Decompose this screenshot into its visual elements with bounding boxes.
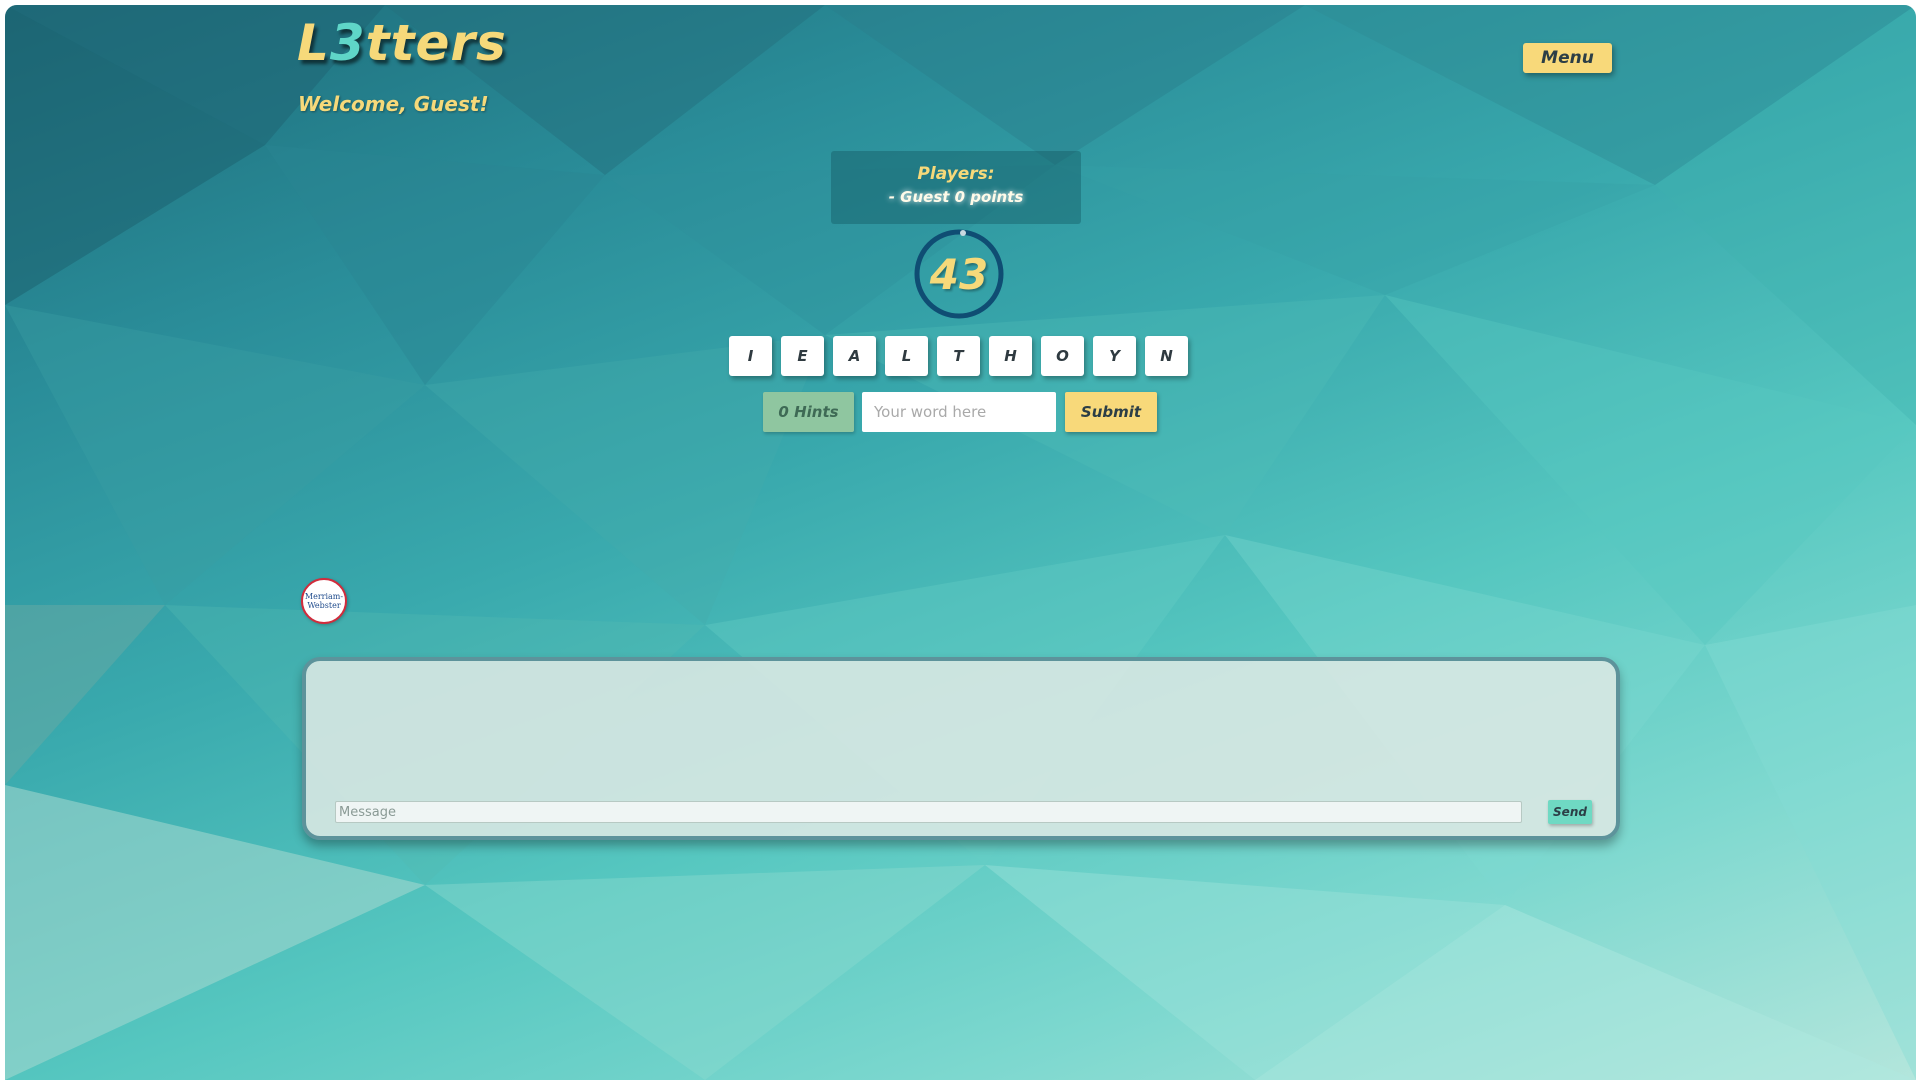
logo-text-line1: Merriam- (304, 592, 344, 601)
countdown-timer: 43 (912, 227, 1006, 321)
submit-button[interactable]: Submit (1065, 392, 1157, 432)
word-input[interactable] (862, 392, 1056, 432)
chat-message-input[interactable] (335, 801, 1522, 823)
hints-button[interactable]: 0 Hints (763, 392, 854, 432)
players-panel: Players: - Guest 0 points (831, 151, 1081, 224)
letter-tile[interactable]: N (1145, 336, 1188, 376)
merriam-webster-logo[interactable]: Merriam- Webster (301, 578, 347, 624)
logo-text-line2: Webster (307, 601, 341, 610)
welcome-message: Welcome, Guest! (298, 92, 489, 116)
menu-button[interactable]: Menu (1523, 43, 1612, 73)
send-button[interactable]: Send (1548, 800, 1592, 824)
chat-panel: Send (302, 657, 1620, 840)
timer-value: 43 (929, 249, 989, 299)
app-logo: L3tters (297, 18, 507, 68)
letter-tile[interactable]: L (885, 336, 928, 376)
letter-tile[interactable]: O (1041, 336, 1084, 376)
letter-tile[interactable]: Y (1093, 336, 1136, 376)
letter-tile[interactable]: E (781, 336, 824, 376)
letter-tiles: I E A L T H O Y N (729, 336, 1188, 376)
logo-digit: 3 (329, 14, 366, 72)
letter-tile[interactable]: T (937, 336, 980, 376)
player-entry: - Guest 0 points (888, 188, 1024, 206)
logo-suffix: tters (365, 14, 507, 72)
letter-tile[interactable]: I (729, 336, 772, 376)
logo-prefix: L (297, 14, 330, 72)
players-title: Players: (917, 164, 995, 184)
letter-tile[interactable]: H (989, 336, 1032, 376)
letter-tile[interactable]: A (833, 336, 876, 376)
